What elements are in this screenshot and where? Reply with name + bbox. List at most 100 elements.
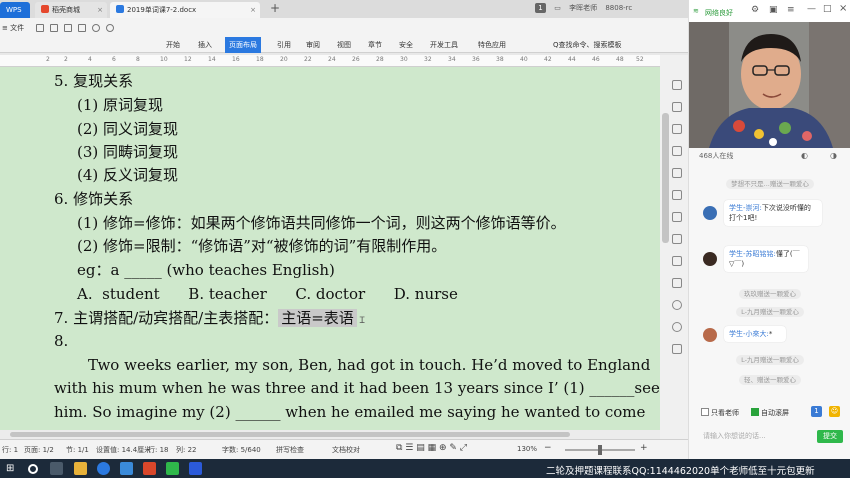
doc-line: 5. 复现关系 xyxy=(54,72,134,90)
system-message-text: L-九月赠送一颗爱心 xyxy=(736,355,804,365)
tab-store[interactable]: 稻壳商城 × xyxy=(35,2,107,18)
image-icon[interactable] xyxy=(672,256,682,266)
copy-icon[interactable] xyxy=(672,190,682,200)
doc-line: (1) 原词复现 xyxy=(77,96,164,114)
zoom-level[interactable]: 130% xyxy=(517,445,537,453)
tab-wps[interactable]: WPS xyxy=(0,2,30,18)
windows-start-icon[interactable]: ⊞ xyxy=(6,462,19,475)
close-icon[interactable]: × xyxy=(839,3,847,14)
cube-icon[interactable] xyxy=(672,168,682,178)
history-icon[interactable] xyxy=(672,300,682,310)
ruler-tick: 8 xyxy=(136,56,140,63)
teacher-video[interactable] xyxy=(689,22,850,148)
settings-icon[interactable] xyxy=(672,278,682,288)
maximize-icon[interactable]: □ xyxy=(823,4,832,14)
status-bar: 行: 1 页面: 1/2 节: 1/1 设置值: 14.4厘米 行: 18 列:… xyxy=(0,439,688,459)
app-icon-2[interactable] xyxy=(143,462,156,475)
ruler-tick: 24 xyxy=(328,56,336,63)
export-icon[interactable] xyxy=(50,24,58,32)
only-teacher-toggle[interactable]: 只看老师 xyxy=(701,408,739,418)
app-icon-3[interactable] xyxy=(166,462,179,475)
vertical-scrollbar[interactable] xyxy=(660,55,688,439)
tab-document[interactable]: 2019单词课7-2.docx × xyxy=(110,2,260,18)
system-message: 轻、赠送一颗爱心 xyxy=(689,374,850,385)
ruler-tick: 38 xyxy=(496,56,504,63)
share-icon[interactable] xyxy=(672,212,682,222)
skin-icon[interactable]: ▣ xyxy=(769,5,778,15)
send-button[interactable]: 提交 xyxy=(817,430,843,443)
task-view-icon[interactable] xyxy=(50,462,63,475)
close-icon[interactable]: × xyxy=(250,2,256,18)
help-icon[interactable] xyxy=(672,322,682,332)
menu-references[interactable]: 引用 xyxy=(277,37,291,53)
menu-review[interactable]: 审阅 xyxy=(306,37,320,53)
menu-developer[interactable]: 开发工具 xyxy=(430,37,458,53)
doc-icon xyxy=(116,5,124,13)
document-page[interactable]: 5. 复现关系 (1) 原词复现 (2) 同义词复现 (3) 同畴词复现 (4)… xyxy=(0,67,660,439)
status-wordcount[interactable]: 字数: 5/640 xyxy=(222,445,261,455)
zoom-in-icon[interactable]: + xyxy=(640,443,648,453)
search-icon[interactable] xyxy=(28,464,38,474)
auto-scroll-toggle[interactable]: 自动滚屏 xyxy=(751,408,789,418)
menu-security[interactable]: 安全 xyxy=(399,37,413,53)
scroll-thumb[interactable] xyxy=(662,113,669,243)
print-icon[interactable] xyxy=(64,24,72,32)
file-menu[interactable]: ≡ 文件 xyxy=(2,23,24,33)
preview-icon[interactable] xyxy=(78,24,86,32)
menu-page-layout[interactable]: 页面布局 xyxy=(225,37,261,53)
menu-special[interactable]: 特色应用 xyxy=(478,37,506,53)
proofread-button[interactable]: 文档校对 xyxy=(332,445,360,455)
system-message-text: 轻、赠送一颗爱心 xyxy=(739,375,801,385)
chat-icon[interactable]: ◐ xyxy=(801,151,808,160)
doc-line: (2) 修饰=限制：“修饰语”对“被修饰的词”有限制作用。 xyxy=(77,237,447,255)
avatar xyxy=(703,206,717,220)
close-icon[interactable]: × xyxy=(97,2,103,18)
save-icon[interactable] xyxy=(36,24,44,32)
minimize-icon[interactable]: — xyxy=(807,4,816,14)
zoom-out-icon[interactable]: − xyxy=(544,443,552,453)
new-tab-button[interactable]: + xyxy=(270,1,280,15)
command-search[interactable]: Q查找命令、搜索模板 xyxy=(553,37,622,53)
view-modes-icon[interactable]: ⧉ ☰ ▤ ▦ ⊕ ✎ ⤢ xyxy=(396,443,467,453)
menu-chapter[interactable]: 章节 xyxy=(368,37,382,53)
spellcheck-button[interactable]: 拼写检查 xyxy=(276,445,304,455)
horizontal-scrollbar[interactable] xyxy=(0,430,660,439)
taskbar: ⊞ 二轮及押题课程联系QQ:1144462020单个老师低至十元包更新 xyxy=(0,459,850,478)
menu-insert[interactable]: 插入 xyxy=(198,37,212,53)
folder-icon[interactable] xyxy=(74,462,87,475)
wps-icon[interactable] xyxy=(189,462,202,475)
ruler-tick: 48 xyxy=(616,56,624,63)
status-page: 页面: 1/2 xyxy=(24,446,54,454)
window-count-badge[interactable]: 1 xyxy=(535,3,546,13)
layers-icon[interactable] xyxy=(672,146,682,156)
gift-icon[interactable]: ◑ xyxy=(830,151,837,160)
tab-bar: WPS 稻壳商城 × 2019单词课7-2.docx × + 1 ▭ 李晖老师 … xyxy=(0,0,688,18)
system-message-text: L-九月赠送一颗爱心 xyxy=(736,307,804,317)
chat-input[interactable]: 请输入你想说的话... xyxy=(703,428,823,442)
menu-bar: 开始 插入 页面布局 引用 审阅 视图 章节 安全 开发工具 特色应用 Q查找命… xyxy=(0,37,688,53)
settings-icon[interactable]: ⚙ xyxy=(751,5,759,15)
style-icon[interactable] xyxy=(672,124,682,134)
ruler-tick: 46 xyxy=(592,56,600,63)
count-badge-icon[interactable]: 1 xyxy=(811,406,822,417)
hscroll-thumb[interactable] xyxy=(10,432,570,437)
app-icon[interactable] xyxy=(120,462,133,475)
redo-icon[interactable] xyxy=(106,24,114,32)
zoom-slider-knob[interactable] xyxy=(598,445,602,455)
layout-icon[interactable]: ▭ xyxy=(554,4,561,12)
chat-sender: 学生-苏昭铭铭: xyxy=(729,250,776,258)
menu-icon[interactable]: ≡ xyxy=(787,5,795,15)
menu-start[interactable]: 开始 xyxy=(166,37,180,53)
network-status: 网络良好 xyxy=(705,9,733,17)
tab-label: 2019单词课7-2.docx xyxy=(127,6,197,14)
menu-view[interactable]: 视图 xyxy=(337,37,351,53)
more-icon[interactable] xyxy=(672,344,682,354)
undo-icon[interactable] xyxy=(92,24,100,32)
list-icon[interactable] xyxy=(672,234,682,244)
ruler-tick: 18 xyxy=(256,56,264,63)
edit-icon[interactable] xyxy=(672,80,682,90)
user-name[interactable]: 李晖老师 xyxy=(569,4,597,12)
emoji-icon[interactable]: ☺ xyxy=(829,406,840,417)
edge-icon[interactable] xyxy=(97,462,110,475)
pointer-icon[interactable] xyxy=(672,102,682,112)
